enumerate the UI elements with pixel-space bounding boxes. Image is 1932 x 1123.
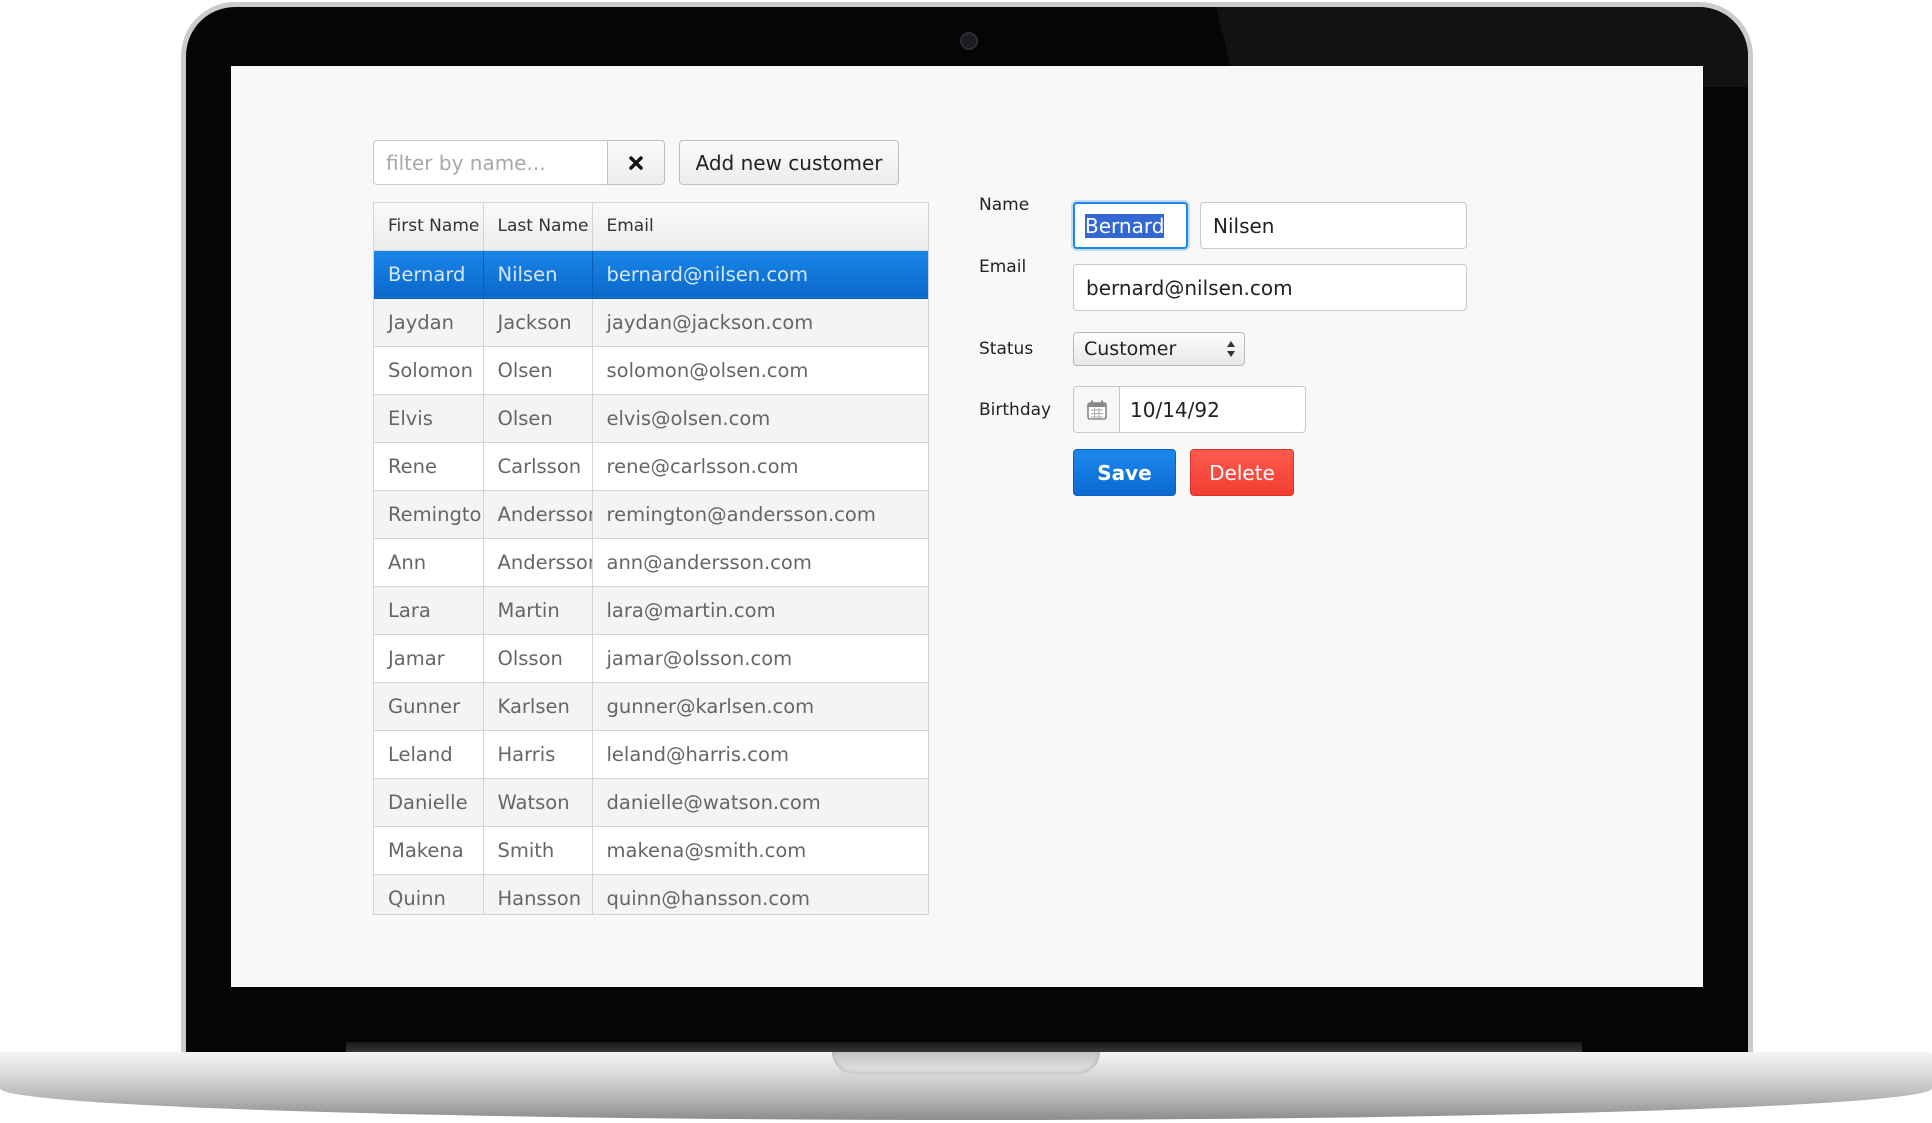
updown-arrows-icon <box>1227 341 1235 357</box>
last-name-field[interactable] <box>1200 202 1467 249</box>
status-label: Status <box>979 339 1034 359</box>
email-cell: solomon@olsen.com <box>592 346 928 395</box>
birthday-label: Birthday <box>979 400 1052 420</box>
first-name-cell: Leland <box>374 730 484 779</box>
table-row[interactable]: Gunner Karlsen gunner@karlsen.com <box>374 682 928 731</box>
last-name-cell: Carlsson <box>483 442 593 491</box>
email-cell: bernard@nilsen.com <box>592 250 928 299</box>
column-header-email[interactable]: Email <box>592 203 928 251</box>
table-row[interactable]: Elvis Olsen elvis@olsen.com <box>374 394 928 443</box>
column-header-first-name[interactable]: First Name <box>374 203 484 251</box>
email-cell: jamar@olsson.com <box>592 634 928 683</box>
first-name-cell: Solomon <box>374 346 484 395</box>
last-name-cell: Olsson <box>483 634 593 683</box>
status-select[interactable]: Customer <box>1073 332 1245 366</box>
email-cell: makena@smith.com <box>592 826 928 875</box>
filter-input[interactable] <box>373 140 607 185</box>
table-row[interactable]: Jaydan Jackson jaydan@jackson.com <box>374 298 928 347</box>
first-name-cell: Ann <box>374 538 484 587</box>
table-row[interactable]: Quinn Hansson quinn@hansson.com <box>374 874 928 914</box>
last-name-cell: Watson <box>483 778 593 827</box>
webcam <box>960 32 978 50</box>
table-row[interactable]: Danielle Watson danielle@watson.com <box>374 778 928 827</box>
email-field[interactable] <box>1073 264 1467 311</box>
grid-header-row: First Name Last Name Email <box>374 203 928 251</box>
first-name-cell: Bernard <box>374 250 484 299</box>
email-cell: leland@harris.com <box>592 730 928 779</box>
app-screen: Add new customer First Name Last Name Em… <box>231 66 1703 987</box>
email-cell: danielle@watson.com <box>592 778 928 827</box>
last-name-cell: Martin <box>483 586 593 635</box>
email-cell: ann@andersson.com <box>592 538 928 587</box>
first-name-cell: Gunner <box>374 682 484 731</box>
table-row[interactable]: Solomon Olsen solomon@olsen.com <box>374 346 928 395</box>
add-customer-button[interactable]: Add new customer <box>679 140 899 185</box>
first-name-cell: Makena <box>374 826 484 875</box>
last-name-cell: Nilsen <box>483 250 593 299</box>
email-cell: elvis@olsen.com <box>592 394 928 443</box>
email-cell: gunner@karlsen.com <box>592 682 928 731</box>
delete-button[interactable]: Delete <box>1190 449 1294 496</box>
last-name-cell: Karlsen <box>483 682 593 731</box>
last-name-cell: Andersson <box>483 490 593 539</box>
table-row[interactable]: Makena Smith makena@smith.com <box>374 826 928 875</box>
save-button[interactable]: Save <box>1073 449 1176 496</box>
first-name-cell: Lara <box>374 586 484 635</box>
first-name-cell: Quinn <box>374 874 484 914</box>
last-name-cell: Olsen <box>483 346 593 395</box>
last-name-cell: Andersson <box>483 538 593 587</box>
last-name-cell: Hansson <box>483 874 593 914</box>
email-cell: rene@carlsson.com <box>592 442 928 491</box>
first-name-field[interactable] <box>1073 202 1188 249</box>
first-name-cell: Elvis <box>374 394 484 443</box>
table-row[interactable]: Jamar Olsson jamar@olsson.com <box>374 634 928 683</box>
first-name-cell: Danielle <box>374 778 484 827</box>
customer-grid: First Name Last Name Email Bernard Nilsen… <box>373 202 929 915</box>
email-cell: remington@andersson.com <box>592 490 928 539</box>
email-cell: jaydan@jackson.com <box>592 298 928 347</box>
email-cell: quinn@hansson.com <box>592 874 928 914</box>
first-name-cell: Jamar <box>374 634 484 683</box>
last-name-cell: Smith <box>483 826 593 875</box>
table-row[interactable]: Ann Andersson ann@andersson.com <box>374 538 928 587</box>
table-row[interactable]: Bernard Nilsen bernard@nilsen.com <box>374 250 928 299</box>
laptop-notch <box>832 1052 1100 1074</box>
table-row[interactable]: Rene Carlsson rene@carlsson.com <box>374 442 928 491</box>
status-value: Customer <box>1084 338 1177 360</box>
first-name-cell: Remington <box>374 490 484 539</box>
last-name-cell: Jackson <box>483 298 593 347</box>
email-cell: lara@martin.com <box>592 586 928 635</box>
first-name-cell: Jaydan <box>374 298 484 347</box>
last-name-cell: Harris <box>483 730 593 779</box>
name-label: Name <box>979 195 1030 215</box>
last-name-cell: Olsen <box>483 394 593 443</box>
table-row[interactable]: Lara Martin lara@martin.com <box>374 586 928 635</box>
birthday-input[interactable] <box>1120 387 1300 432</box>
email-label: Email <box>979 257 1027 277</box>
table-row[interactable]: RemingtonAnderssonremington@andersson.co… <box>374 490 928 539</box>
birthday-field <box>1073 386 1306 433</box>
calendar-icon <box>1086 400 1107 420</box>
clear-filter-button[interactable] <box>607 140 665 185</box>
close-icon <box>629 155 643 170</box>
table-row[interactable]: Leland Harris leland@harris.com <box>374 730 928 779</box>
calendar-button[interactable] <box>1074 387 1120 432</box>
first-name-cell: Rene <box>374 442 484 491</box>
column-header-last-name[interactable]: Last Name <box>483 203 593 251</box>
